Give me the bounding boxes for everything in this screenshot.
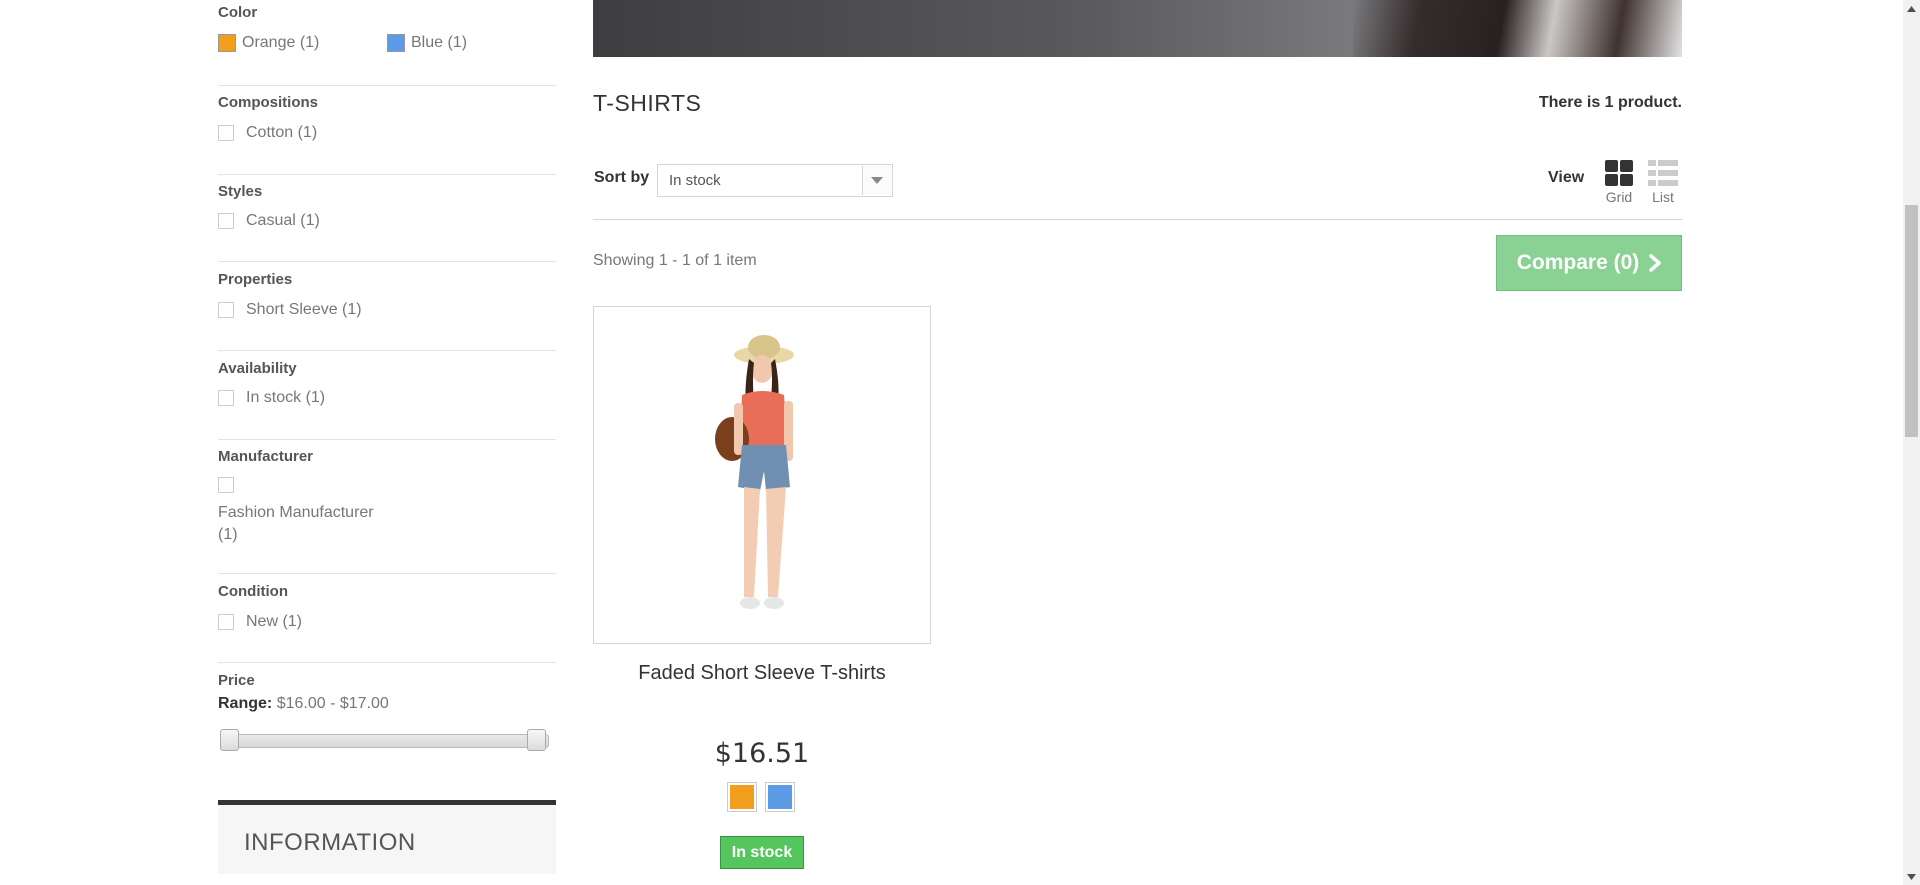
sort-value: In stock xyxy=(669,172,721,189)
price-range-label: Range: $16.00 - $17.00 xyxy=(218,695,556,713)
product-name-link[interactable]: Faded Short Sleeve T-shirts xyxy=(593,662,931,685)
filter-color: Color Orange (1) Blue (1) xyxy=(218,0,556,86)
range-value: $16.00 - $17.00 xyxy=(276,695,389,712)
checkbox[interactable] xyxy=(218,125,234,141)
filter-price: Price Range: $16.00 - $17.00 xyxy=(218,672,556,762)
list-icon xyxy=(1648,160,1678,186)
information-title: INFORMATION xyxy=(244,829,416,856)
filter-option-label: In stock (1) xyxy=(246,389,326,406)
filter-option-label[interactable]: Fashion Manufacturer (1) xyxy=(218,502,388,546)
filter-option-cotton[interactable]: Cotton (1) xyxy=(218,124,317,142)
view-grid-label: Grid xyxy=(1605,189,1633,205)
orange-swatch xyxy=(730,785,754,809)
filter-styles: Styles Casual (1) xyxy=(218,183,556,262)
scroll-up-arrow-icon[interactable] xyxy=(1903,0,1920,17)
chevron-down-icon[interactable] xyxy=(862,166,891,195)
filter-compositions: Compositions Cotton (1) xyxy=(218,94,556,175)
compare-button[interactable]: Compare (0) xyxy=(1496,235,1682,291)
chevron-right-icon xyxy=(1649,254,1662,272)
filter-option-label: New (1) xyxy=(246,613,303,630)
filter-option-label: Cotton (1) xyxy=(246,124,318,141)
filter-option-blue[interactable]: Blue (1) xyxy=(387,34,467,52)
category-banner-image xyxy=(593,0,1682,57)
filter-option-label: Short Sleeve (1) xyxy=(246,301,362,318)
compare-label: Compare (0) xyxy=(1516,251,1640,274)
blue-swatch[interactable] xyxy=(387,34,405,52)
divider xyxy=(593,219,1682,220)
filter-option-label: Blue (1) xyxy=(411,34,468,51)
page-scrollbar[interactable] xyxy=(1903,0,1920,885)
filter-sidebar: Color Orange (1) Blue (1) Compositions C… xyxy=(218,0,556,751)
filter-title-condition: Condition xyxy=(218,583,288,600)
stock-status-badge: In stock xyxy=(720,836,804,869)
filter-option-casual[interactable]: Casual (1) xyxy=(218,212,320,230)
category-title: T-SHIRTS xyxy=(593,90,702,116)
view-list-button[interactable]: List xyxy=(1648,160,1678,205)
filter-availability: Availability In stock (1) xyxy=(218,360,556,440)
scroll-down-arrow-icon[interactable] xyxy=(1903,868,1920,885)
product-color-list xyxy=(727,782,795,812)
filter-manufacturer: Manufacturer Fashion Manufacturer (1) xyxy=(218,448,556,574)
filter-title-price: Price xyxy=(218,672,255,689)
product-count: There is 1 product. xyxy=(1538,94,1682,111)
slider-handle-max[interactable] xyxy=(527,729,546,751)
orange-swatch[interactable] xyxy=(218,34,236,52)
scrollbar-thumb[interactable] xyxy=(1905,205,1918,437)
view-grid-button[interactable]: Grid xyxy=(1605,160,1633,205)
checkbox[interactable] xyxy=(218,390,234,406)
grid-icon xyxy=(1605,160,1633,186)
slider-track xyxy=(222,734,549,748)
filter-option-orange[interactable]: Orange (1) xyxy=(218,34,319,52)
blue-swatch xyxy=(768,785,792,809)
filter-title-properties: Properties xyxy=(218,271,293,288)
information-block[interactable]: INFORMATION xyxy=(218,800,556,874)
slider-handle-min[interactable] xyxy=(220,729,239,751)
filter-option-in-stock[interactable]: In stock (1) xyxy=(218,389,325,407)
filter-title-compositions: Compositions xyxy=(218,94,318,111)
filter-properties: Properties Short Sleeve (1) xyxy=(218,271,556,351)
filter-option-label: Orange (1) xyxy=(242,34,320,51)
filter-title-availability: Availability xyxy=(218,360,297,377)
price-slider[interactable] xyxy=(218,729,556,751)
product-photo xyxy=(594,307,930,643)
banner-photo xyxy=(1353,0,1682,57)
filter-title-color: Color xyxy=(218,4,258,21)
view-list-label: List xyxy=(1652,189,1674,205)
filter-condition: Condition New (1) xyxy=(218,583,556,663)
view-label: View xyxy=(1548,169,1585,186)
product-price: $16.51 xyxy=(714,738,810,769)
filter-option-short-sleeve[interactable]: Short Sleeve (1) xyxy=(218,301,362,319)
showing-count: Showing 1 - 1 of 1 item xyxy=(593,252,757,269)
range-label: Range: xyxy=(218,695,273,712)
checkbox[interactable] xyxy=(218,477,234,493)
color-option-orange[interactable] xyxy=(727,782,757,812)
product-image-card[interactable] xyxy=(593,306,931,644)
checkbox[interactable] xyxy=(218,302,234,318)
sort-select[interactable]: In stock xyxy=(657,164,893,197)
color-option-blue[interactable] xyxy=(765,782,795,812)
filter-option-new[interactable]: New (1) xyxy=(218,613,302,631)
checkbox[interactable] xyxy=(218,614,234,630)
filter-title-manufacturer: Manufacturer xyxy=(218,448,314,465)
filter-option-label: Casual (1) xyxy=(246,212,320,229)
filter-title-styles: Styles xyxy=(218,183,263,200)
checkbox[interactable] xyxy=(218,213,234,229)
sort-label: Sort by xyxy=(594,169,650,186)
